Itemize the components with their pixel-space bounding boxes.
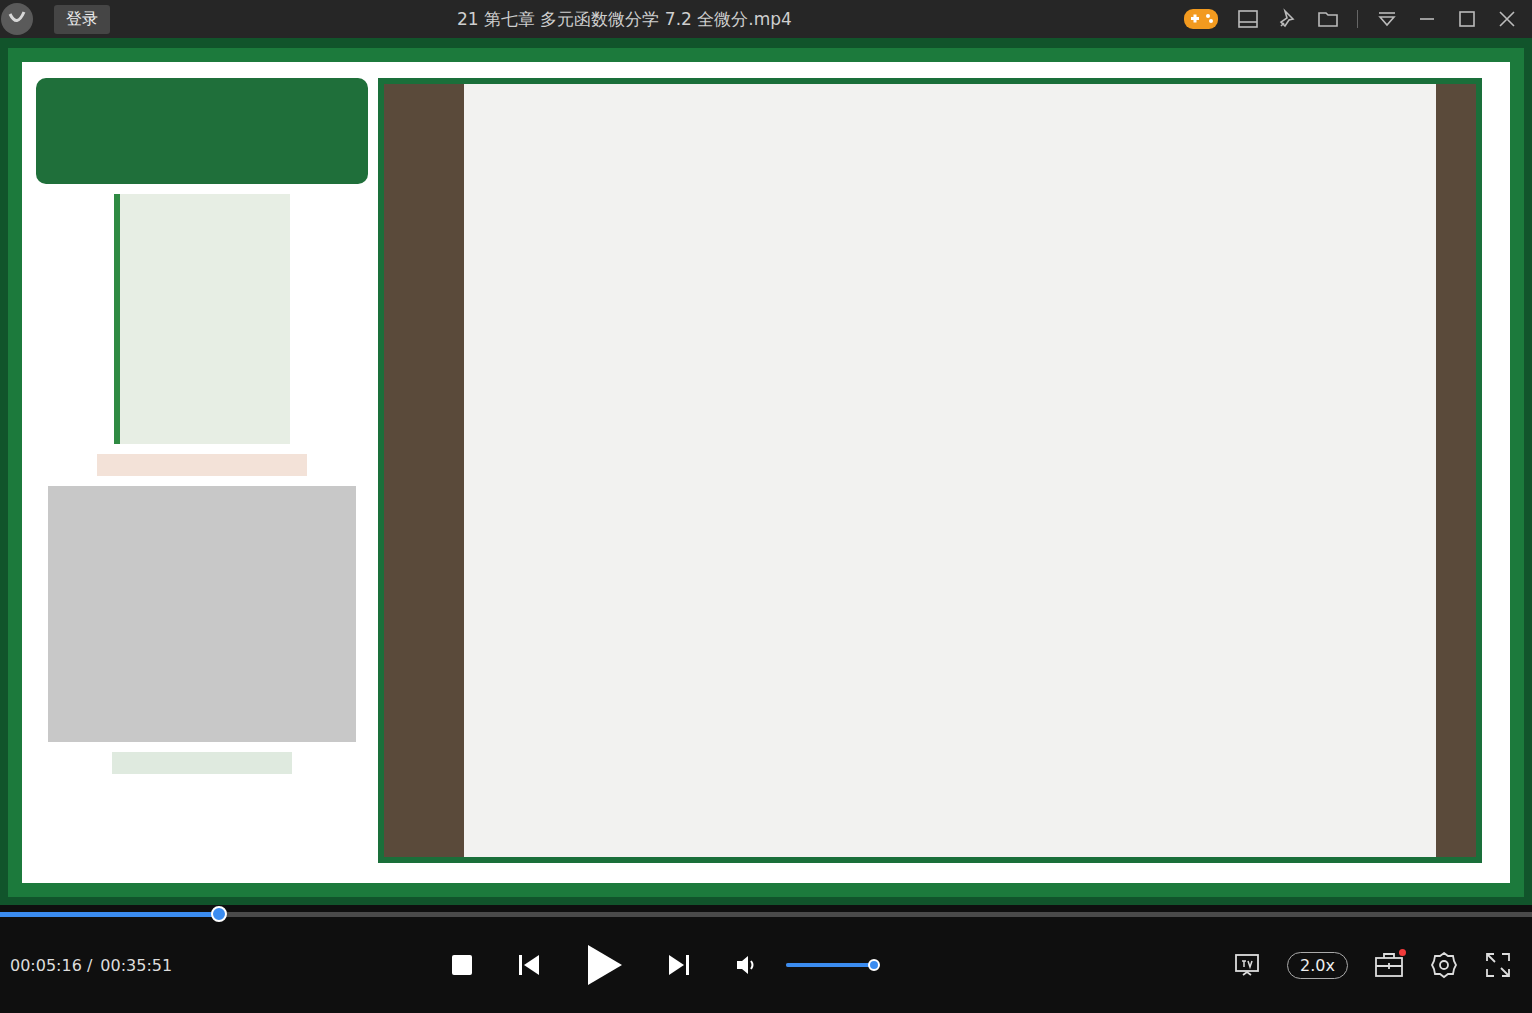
next-icon[interactable]: [666, 952, 692, 978]
app-logo-icon[interactable]: [0, 2, 34, 36]
progress-knob[interactable]: [211, 906, 227, 922]
mini-player-icon[interactable]: [1237, 8, 1259, 30]
window-title: 21 第七章 多元函数微分学 7.2 全微分.mp4: [440, 8, 1183, 31]
fullscreen-icon[interactable]: [1484, 951, 1512, 979]
total-time: 00:35:51: [100, 956, 172, 975]
play-icon[interactable]: [584, 943, 624, 987]
pin-icon[interactable]: [1277, 8, 1299, 30]
volume-slider[interactable]: [786, 963, 874, 967]
control-bar: 00:05:16 / 00:35:51 2.0x: [0, 905, 1532, 1013]
game-icon[interactable]: [1183, 6, 1219, 32]
maximize-icon[interactable]: [1456, 8, 1478, 30]
volume-icon[interactable]: [734, 952, 760, 978]
close-icon[interactable]: [1496, 8, 1518, 30]
minimize-icon[interactable]: [1416, 8, 1438, 30]
cast-tv-icon[interactable]: [1233, 951, 1261, 979]
video-frame[interactable]: [0, 38, 1532, 905]
toolbox-button[interactable]: [1374, 951, 1404, 979]
stop-icon[interactable]: [450, 953, 474, 977]
previous-icon[interactable]: [516, 952, 542, 978]
progress-bar[interactable]: [0, 912, 1532, 917]
login-button[interactable]: 登录: [54, 5, 110, 34]
speed-button[interactable]: 2.0x: [1287, 952, 1348, 979]
time-display: 00:05:16 / 00:35:51: [10, 956, 450, 975]
current-time: 00:05:16 /: [10, 956, 92, 975]
title-bar: 登录 21 第七章 多元函数微分学 7.2 全微分.mp4: [0, 0, 1532, 38]
notification-dot: [1399, 949, 1406, 956]
separator: [1357, 10, 1358, 28]
folder-icon[interactable]: [1317, 8, 1339, 30]
settings-gear-icon[interactable]: [1430, 951, 1458, 979]
menu-icon[interactable]: [1376, 8, 1398, 30]
video-picture: [8, 48, 1524, 897]
video-player-window: 登录 21 第七章 多元函数微分学 7.2 全微分.mp4 00:05:16 /…: [0, 0, 1532, 1013]
